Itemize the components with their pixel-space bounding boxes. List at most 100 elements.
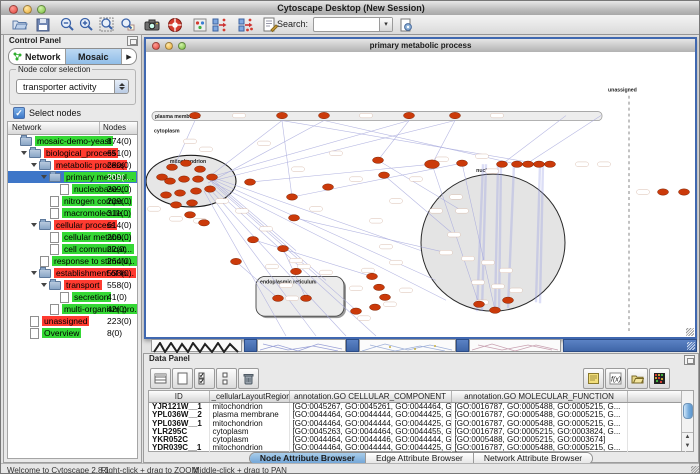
table-cell[interactable]: YKR052C: [149, 436, 209, 444]
import-attributes-icon[interactable]: [627, 368, 648, 389]
table-cell[interactable]: [GO:0005488, GO:0005215, GO:0003674]: [451, 436, 627, 444]
more-tabs-button[interactable]: ▶: [122, 49, 136, 64]
delete-attribute-icon[interactable]: [238, 368, 259, 389]
graph-node[interactable]: [367, 273, 378, 279]
table-column-header[interactable]: annotation.GO MOLECULAR_FUNCTION: [451, 391, 627, 403]
graph-node[interactable]: [195, 166, 206, 172]
layout-icon-a[interactable]: [211, 16, 229, 33]
select-nodes-checkbox[interactable]: ✓ Select nodes: [13, 107, 81, 119]
background-window-edge[interactable]: [244, 339, 257, 352]
graph-node[interactable]: [379, 172, 390, 178]
graph-node[interactable]: [181, 160, 192, 166]
graph-node[interactable]: [351, 308, 362, 314]
table-column-header[interactable]: _cellularLayoutRegion: [209, 391, 289, 403]
network-graph[interactable]: plasma membranecytoplasmmitochondrionnuc…: [146, 52, 695, 337]
graph-node[interactable]: [373, 157, 384, 163]
table-cell[interactable]: [GO:0016787, GO:0005488, GO:0005215, G..…: [451, 411, 627, 419]
tree-row-metabolic-process[interactable]: metabolic process280(0): [8, 159, 137, 171]
scrollbar-thumb[interactable]: [683, 403, 693, 419]
table-cell[interactable]: YLR295C: [149, 428, 209, 436]
graph-node[interactable]: [450, 112, 461, 118]
background-window[interactable]: [469, 339, 561, 352]
graph-node[interactable]: [287, 194, 298, 200]
graph-node[interactable]: [187, 200, 198, 206]
graph-node[interactable]: [191, 188, 202, 194]
graph-node[interactable]: [545, 161, 556, 167]
table-cell[interactable]: [GO:0016787, GO:0005488, GO:0005215, G..…: [451, 420, 627, 428]
scrollbar-arrows[interactable]: ▲▼: [682, 432, 693, 451]
unselect-attributes-icon[interactable]: [216, 368, 237, 389]
table-column-header[interactable]: annotation.GO CELLULAR_COMPONENT: [289, 391, 451, 403]
attribute-batch-icon[interactable]: [397, 16, 415, 33]
table-cell[interactable]: [GO:0016787, GO:0005488, GO:0005215, G..…: [451, 403, 627, 412]
open-file-icon[interactable]: [11, 16, 29, 33]
help-icon[interactable]: [166, 16, 184, 33]
tree-row-macromolecule-[interactable]: macromolecule...311(0): [8, 207, 137, 219]
table-cell[interactable]: YPL036W__2: [149, 411, 209, 419]
tab-mosaic[interactable]: Mosaic: [66, 49, 123, 64]
tree-row-transport[interactable]: transport558(0): [8, 279, 137, 291]
graph-node[interactable]: [370, 304, 381, 310]
graph-node[interactable]: [323, 184, 334, 190]
tab-network[interactable]: Network: [9, 49, 66, 64]
graph-node[interactable]: [278, 245, 289, 251]
zoom-selected-icon[interactable]: [119, 16, 137, 33]
tree-col-network[interactable]: Network: [8, 122, 100, 134]
graph-node[interactable]: [291, 268, 302, 274]
tree-row-secretion[interactable]: secretion41(0): [8, 291, 137, 303]
vizmapper-icon[interactable]: [191, 16, 209, 33]
tree-row-nucleobase-[interactable]: nucleobase-...209(0): [8, 183, 137, 195]
window-resize-grip[interactable]: [686, 328, 694, 336]
table-cell[interactable]: cytoplasm: [209, 428, 289, 436]
background-window-edge[interactable]: [456, 339, 469, 352]
table-cell[interactable]: mitochondrion: [209, 420, 289, 428]
tree-row-cellular-metabo-[interactable]: cellular metabo...209(0): [8, 231, 137, 243]
background-window[interactable]: [151, 339, 242, 352]
function-builder-icon[interactable]: f(x): [605, 368, 626, 389]
select-attributes-icon[interactable]: [194, 368, 215, 389]
tree-row-biological-process[interactable]: biological_process651(0): [8, 147, 137, 159]
network-window-titlebar[interactable]: primary metabolic process: [146, 39, 695, 53]
graph-node[interactable]: [185, 212, 196, 218]
table-cell[interactable]: YJR121W__1: [149, 403, 209, 412]
graph-node[interactable]: [404, 112, 415, 118]
background-window[interactable]: [359, 339, 456, 352]
graph-node[interactable]: [175, 190, 186, 196]
table-row[interactable]: YPL036W__1mitochondrion[GO:0044464, GO:0…: [149, 420, 685, 428]
graph-node[interactable]: [503, 297, 514, 303]
zoom-in-icon[interactable]: [77, 16, 95, 33]
search-dropdown-arrow[interactable]: ▾: [379, 18, 392, 31]
plasma-membrane-region[interactable]: [152, 112, 602, 121]
tree-row-multi-organism-pro-[interactable]: multi-organism pro...42(0): [8, 303, 137, 315]
table-cell[interactable]: [GO:0044464, GO:0044444, GO:0044425, G..…: [289, 411, 451, 419]
graph-node[interactable]: [248, 237, 259, 243]
graph-node[interactable]: [199, 220, 210, 226]
snapshot-icon[interactable]: [143, 16, 161, 33]
zoom-out-icon[interactable]: [58, 16, 76, 33]
table-cell[interactable]: [GO:0045267, GO:0045261, GO:0044464, G..…: [289, 403, 451, 412]
graph-node[interactable]: [474, 301, 485, 307]
tree-row-response-to-stimulu-[interactable]: response to stimulu...264(0): [8, 255, 137, 267]
background-window[interactable]: [257, 339, 346, 352]
attribute-table[interactable]: ID_cellularLayoutRegionannotation.GO CEL…: [149, 391, 686, 453]
node-color-attribute-select[interactable]: transporter activity: [16, 79, 129, 94]
graph-node[interactable]: [277, 112, 288, 118]
graph-node[interactable]: [679, 189, 690, 195]
disclosure-triangle-icon[interactable]: [41, 283, 47, 287]
graph-node[interactable]: [231, 258, 242, 264]
graph-node[interactable]: [490, 307, 501, 313]
graph-node[interactable]: [165, 178, 176, 184]
float-panel-icon[interactable]: [127, 36, 138, 46]
table-row[interactable]: YKR052Ccytoplasm[GO:0044464, GO:0044446,…: [149, 436, 685, 444]
graph-node[interactable]: [205, 186, 216, 192]
tree-row-cellular-process[interactable]: cellular process614(0): [8, 219, 137, 231]
table-cell[interactable]: [GO:0045263, GO:0044464, GO:0044455, G..…: [289, 428, 451, 436]
graph-node[interactable]: [497, 161, 508, 167]
tree-col-nodes[interactable]: Nodes: [100, 122, 137, 134]
tree-row-cell-communicat-[interactable]: cell communicat...22(0): [8, 243, 137, 255]
disclosure-triangle-icon[interactable]: [31, 163, 37, 167]
graph-node[interactable]: [289, 215, 300, 221]
tree-row-nitrogen-compo-[interactable]: nitrogen compo...209(0): [8, 195, 137, 207]
app-resize-grip[interactable]: [691, 466, 700, 474]
zoom-fit-icon[interactable]: [98, 16, 116, 33]
